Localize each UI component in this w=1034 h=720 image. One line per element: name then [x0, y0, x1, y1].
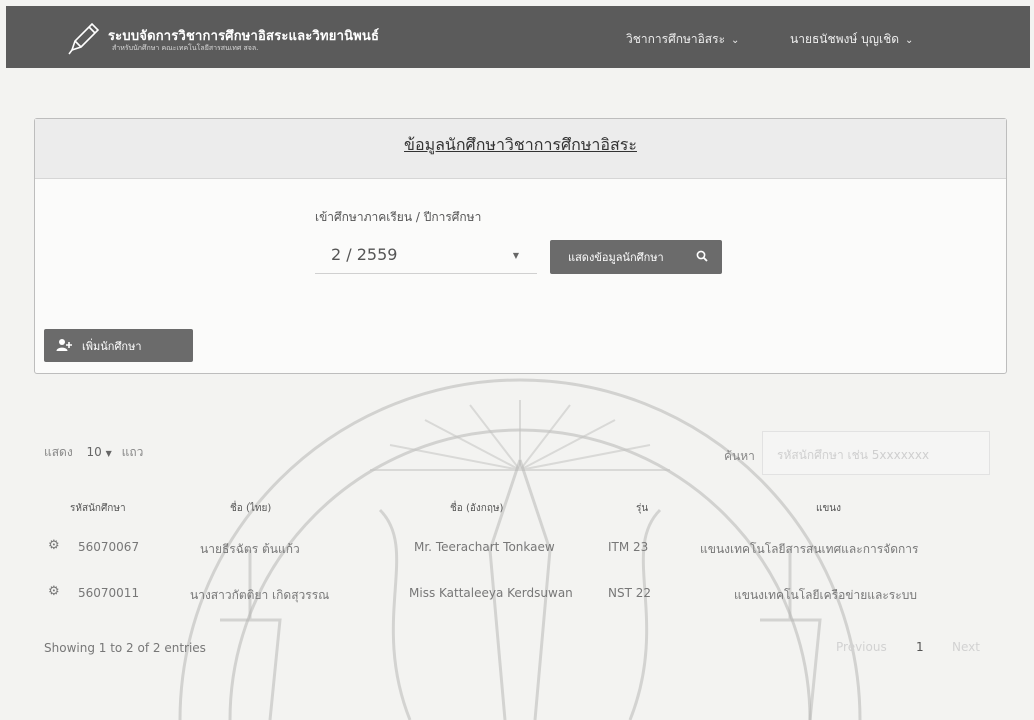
show-students-button-label: แสดงข้อมูลนักศึกษา [568, 251, 664, 264]
column-header-student-id[interactable]: รหัสนักศึกษา [70, 501, 126, 516]
add-user-icon [56, 339, 72, 351]
term-select-value: 2 / 2559 [331, 245, 398, 264]
row-2-english-name: Miss Kattaleeya Kerdsuwan [409, 586, 573, 600]
add-student-button[interactable]: เพิ่มนักศึกษา [44, 329, 193, 362]
page-length-control: แสดง 10 ▼ แถว [44, 443, 143, 462]
chevron-down-icon: ⌄ [905, 35, 914, 46]
show-label: แสดง [44, 445, 73, 459]
show-students-button[interactable]: แสดงข้อมูลนักศึกษา [550, 240, 722, 274]
column-header-major[interactable]: แขนง [816, 501, 841, 516]
search-icon [696, 250, 708, 262]
term-select[interactable]: 2 / 2559 ▼ [315, 236, 537, 274]
menu-independent-study[interactable]: วิชาการศึกษาอิสระ ⌄ [626, 30, 739, 49]
row-2-generation: NST 22 [608, 586, 652, 600]
row-1-major: แขนงเทคโนโลยีสารสนเทศและการจัดการ [700, 542, 919, 556]
table-search-input[interactable]: รหัสนักศึกษา เช่น 5xxxxxxx [762, 431, 990, 475]
menu-independent-study-label: วิชาการศึกษาอิสระ [626, 32, 726, 46]
pagination-previous[interactable]: Previous [836, 640, 887, 654]
menu-user[interactable]: นายธนัชพงษ์ บุญเชิด ⌄ [790, 30, 913, 49]
row-1-thai-name: นายธีรฉัตร ต้นแก้ว [200, 542, 300, 556]
rows-label: แถว [121, 445, 144, 459]
student-info-panel: ข้อมูลนักศึกษาวิชาการศึกษาอิสระ เข้าศึกษ… [34, 118, 1007, 374]
page-length-select[interactable]: 10 ▼ [87, 445, 112, 459]
gear-icon[interactable]: ⚙ [48, 538, 60, 553]
add-student-button-label: เพิ่มนักศึกษา [82, 339, 142, 353]
pagination-next[interactable]: Next [952, 640, 980, 654]
page-length-value: 10 [86, 445, 102, 459]
column-header-english-name[interactable]: ชื่อ (อังกฤษ) [450, 501, 503, 516]
row-1-student-id: 56070067 [78, 540, 140, 554]
panel-title: ข้อมูลนักศึกษาวิชาการศึกษาอิสระ [404, 135, 637, 154]
table-info: Showing 1 to 2 of 2 entries [44, 641, 206, 655]
menu-user-label: นายธนัชพงษ์ บุญเชิด [790, 32, 900, 46]
column-header-generation[interactable]: รุ่น [636, 501, 648, 516]
row-2-student-id: 56070011 [78, 586, 140, 600]
gear-icon[interactable]: ⚙ [48, 584, 60, 599]
column-header-thai-name[interactable]: ชื่อ (ไทย) [230, 501, 271, 516]
search-label: ค้นหา [724, 449, 755, 463]
table-search-placeholder: รหัสนักศึกษา เช่น 5xxxxxxx [777, 448, 930, 462]
row-1-generation: ITM 23 [608, 540, 649, 554]
chevron-down-icon: ⌄ [731, 35, 740, 46]
caret-down-icon: ▼ [512, 251, 519, 260]
university-seal-watermark [178, 378, 862, 720]
term-label: เข้าศึกษาภาคเรียน / ปีการศึกษา [315, 210, 482, 224]
pencil-icon [68, 22, 100, 55]
row-1-english-name: Mr. Teerachart Tonkaew [414, 540, 555, 554]
top-navbar: ระบบจัดการวิชาการศึกษาอิสระและวิทยานิพนธ… [6, 6, 1030, 68]
row-2-thai-name: นางสาวกัตติยา เกิดสุวรรณ [190, 588, 330, 602]
row-2-major: แขนงเทคโนโลยีเครือข่ายและระบบ [734, 588, 917, 602]
app-subtitle: สำหรับนักศึกษา คณะเทคโนโลยีสารสนเทศ สจล. [112, 44, 259, 52]
pagination-page-1[interactable]: 1 [916, 640, 924, 654]
caret-down-icon: ▼ [105, 449, 112, 458]
panel-header: ข้อมูลนักศึกษาวิชาการศึกษาอิสระ [35, 119, 1006, 179]
